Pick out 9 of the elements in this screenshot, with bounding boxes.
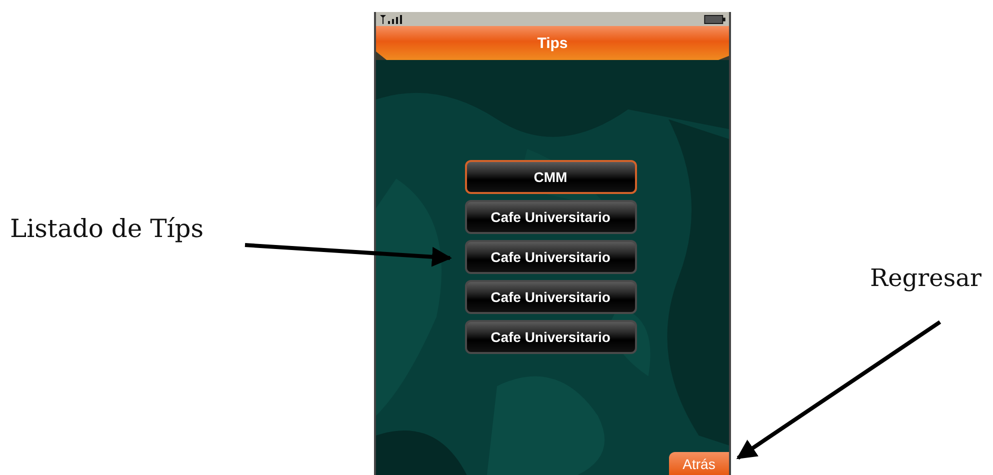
screen-title: Tips	[537, 34, 568, 52]
tip-button[interactable]: Cafe Universitario	[464, 280, 636, 314]
battery-icon	[704, 14, 726, 24]
tip-button[interactable]: Cafe Universitario	[464, 200, 636, 234]
tip-button[interactable]: Cafe Universitario	[464, 320, 636, 354]
tip-button[interactable]: Cafe Universitario	[464, 240, 636, 274]
tip-button[interactable]: CMM	[464, 160, 636, 194]
callout-label: Listado de Típs	[10, 214, 204, 243]
callout-label: Regresar	[870, 264, 982, 292]
